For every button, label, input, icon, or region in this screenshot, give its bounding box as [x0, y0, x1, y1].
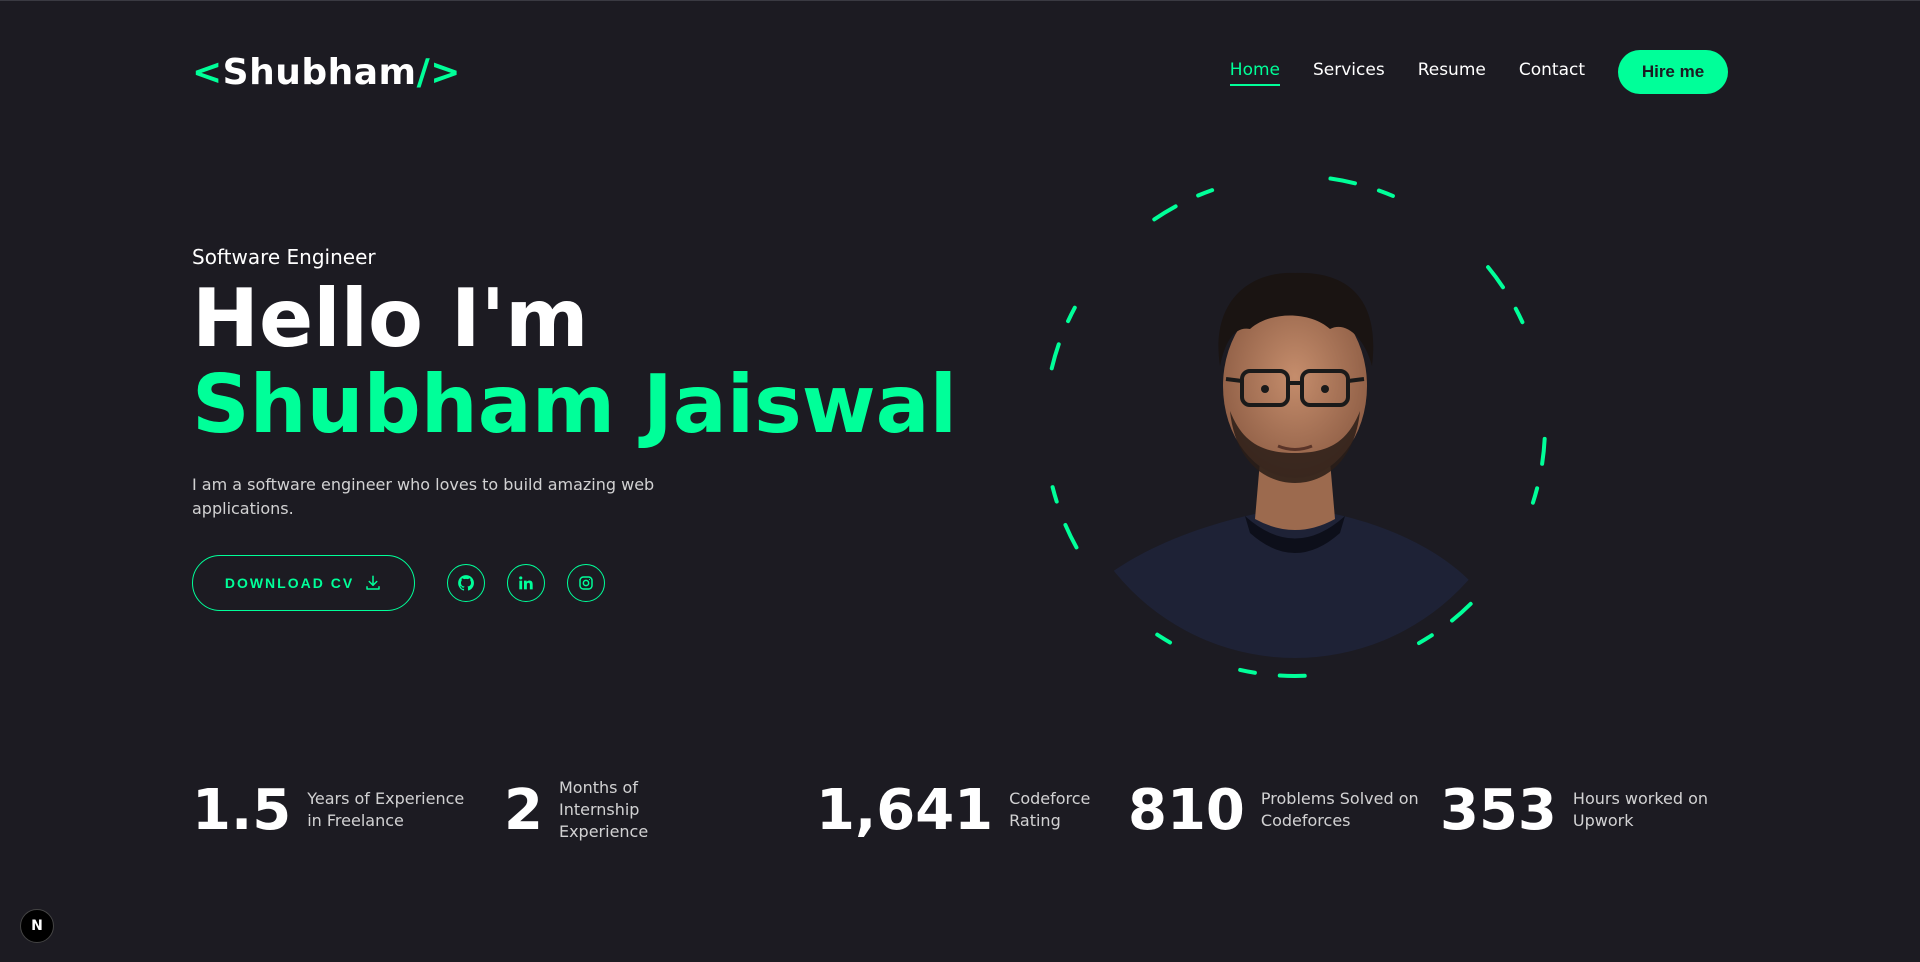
stat-label: Months of Internship Experience: [558, 778, 649, 841]
stat-problems-solved: 810 Problems Solved on Codeforces: [1128, 775, 1419, 845]
linkedin-icon: [519, 576, 533, 590]
stat-label: Codeforce Rating: [1009, 789, 1091, 830]
stat-value: 1.5: [192, 777, 292, 843]
nav-home[interactable]: Home: [1229, 60, 1281, 86]
download-icon: [366, 575, 380, 590]
stat-internship: 2 Months of Internship Experience: [504, 775, 648, 845]
logo-open-bracket: <: [192, 51, 223, 93]
stat-value: 353: [1440, 777, 1557, 843]
hero-description: I am a software engineer who loves to bu…: [192, 475, 655, 518]
main-nav: Home Services Resume Contact Hire me: [1197, 50, 1728, 94]
stat-label: Problems Solved on Codeforces: [1260, 789, 1419, 830]
stat-codeforce-rating: 1,641 Codeforce Rating: [816, 775, 1090, 845]
download-cv-button[interactable]: DOWNLOAD CV: [192, 555, 415, 611]
hero-subtitle: Software Engineer: [192, 245, 376, 269]
nextjs-badge[interactable]: N: [20, 909, 54, 943]
nextjs-icon: N: [31, 918, 43, 934]
profile-photo: [1043, 174, 1547, 678]
linkedin-link[interactable]: [507, 564, 545, 602]
instagram-icon: [579, 576, 593, 590]
profile-photo-wrapper: [1030, 161, 1560, 691]
hero-greeting: Hello I'm: [192, 272, 589, 365]
stat-value: 2: [504, 777, 543, 843]
hire-me-button[interactable]: Hire me: [1618, 50, 1728, 94]
stat-label: Hours worked on Upwork: [1572, 789, 1709, 830]
download-cv-label: DOWNLOAD CV: [224, 575, 355, 591]
instagram-link[interactable]: [567, 564, 605, 602]
stat-upwork-hours: 353 Hours worked on Upwork: [1440, 775, 1708, 845]
stat-value: 810: [1128, 777, 1245, 843]
stat-experience: 1.5 Years of Experience in Freelance: [192, 775, 464, 845]
nav-services[interactable]: Services: [1313, 60, 1385, 84]
nav-contact[interactable]: Contact: [1519, 60, 1585, 84]
nav-resume[interactable]: Resume: [1418, 60, 1486, 84]
site-header: < Shubham /> Home Services Resume Contac…: [192, 49, 1728, 95]
logo[interactable]: < Shubham />: [192, 52, 461, 93]
github-icon: [458, 575, 474, 591]
stats-row: 1.5 Years of Experience in Freelance 2 M…: [192, 775, 1728, 845]
stat-value: 1,641: [816, 777, 994, 843]
logo-close-bracket: />: [416, 51, 461, 93]
logo-name: Shubham: [222, 51, 417, 93]
hero-actions: DOWNLOAD CV: [192, 555, 627, 611]
github-link[interactable]: [447, 564, 485, 602]
hero-name: Shubham Jaiswal: [192, 358, 958, 451]
social-links: [447, 564, 627, 602]
stat-label: Years of Experience in Freelance: [307, 789, 465, 830]
